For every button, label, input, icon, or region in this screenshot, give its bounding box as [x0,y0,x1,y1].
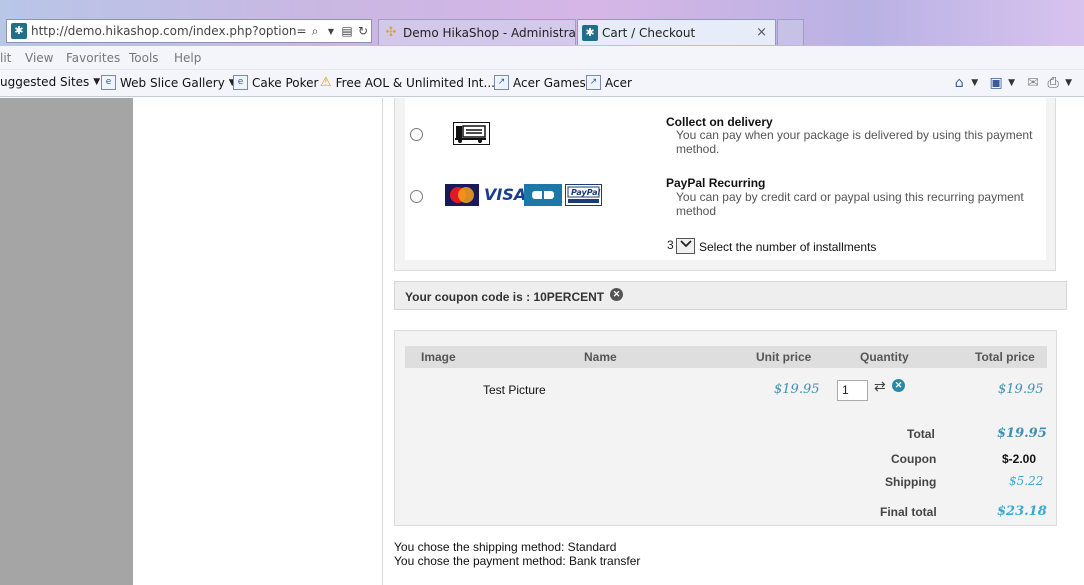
item-total-price: $19.95 [998,382,1044,397]
visa-logo-icon: VISA [484,185,527,204]
fav-label: Acer [605,75,632,90]
total-label: Total [907,427,935,441]
header-total-price: Total price [975,350,1035,364]
search-icon[interactable]: ⌕ [307,24,323,39]
browser-titlebar: ✱ http://demo.hikashop.com/index.php?opt… [0,0,1084,46]
fav-free-aol[interactable]: ⚠ Free AOL & Unlimited Int... [320,75,495,90]
favorites-bar: uggested Sites ▼ e Web Slice Gallery ▼ e… [0,70,1084,97]
page-sidebar-area [133,98,383,585]
fav-label: Web Slice Gallery [120,75,225,90]
cart-table-header: Image Name Unit price Quantity Total pri… [405,346,1047,368]
payment-title: PayPal Recurring [666,176,766,190]
refresh-quantity-icon[interactable]: ⇄ [874,378,886,395]
installments-value: 3 [667,238,674,252]
coupon-discount-value: $-2.00 [1002,452,1037,466]
installments-label: Select the number of installments [699,240,877,254]
fav-label: Acer Games [513,75,586,90]
tab-label: Demo HikaShop - Administrati... [403,25,576,40]
ie-icon: e [233,75,248,90]
fav-acer[interactable]: ↗ Acer [586,75,632,90]
chevron-down-icon[interactable]: ▼ [1008,78,1015,88]
paypal-logo-icon: PayPal [565,184,602,206]
cb-logo-icon [524,184,562,206]
payment-method-summary: You chose the payment method: Bank trans… [394,554,641,568]
header-image: Image [421,350,456,364]
payment-title: Collect on delivery [666,115,773,129]
address-text[interactable]: http://demo.hikashop.com/index.php?optio… [31,24,307,38]
tab-label: Cart / Checkout [602,25,696,40]
command-bar: ⌂ ▼ ▣ ▼ ✉ ⎙ ▼ [951,73,1078,93]
compatibility-icon[interactable]: ▤ [339,24,355,38]
fav-suggested-sites[interactable]: uggested Sites ▼ [0,75,100,89]
tab-cart-checkout[interactable]: ✱ Cart / Checkout × [577,19,776,45]
payment-description: You can pay when your package is deliver… [676,128,1033,156]
svg-text:PayPal: PayPal [571,188,600,197]
final-total-value: $23.18 [997,504,1047,519]
delivery-truck-icon [453,122,490,145]
chevron-down-icon[interactable]: ▼ [971,78,978,88]
coupon-code-text: Your coupon code is : 10PERCENT [405,290,604,304]
fav-cake-poker[interactable]: e Cake Poker [233,75,318,90]
menu-help[interactable]: Help [174,51,201,65]
fav-acer-games[interactable]: ↗ Acer Games [494,75,586,90]
payment-radio-collect-on-delivery[interactable] [410,128,423,141]
fav-label: uggested Sites [0,75,90,89]
dropdown-chevron-icon[interactable]: ▼ [323,27,339,36]
fav-label: Free AOL & Unlimited Int... [335,75,495,90]
header-name: Name [584,350,617,364]
payment-radio-paypal-recurring[interactable] [410,190,423,203]
installments-dropdown[interactable] [676,238,695,254]
fav-label: Cake Poker [252,75,319,90]
page-icon: ↗ [586,75,601,90]
payment-description: You can pay by credit card or paypal usi… [676,190,1024,218]
menu-bar: lit View Favorites Tools Help [0,46,1084,70]
total-value: $19.95 [997,426,1047,441]
shipping-label: Shipping [885,475,937,489]
ie-icon: e [101,75,116,90]
page-left-margin [0,98,133,585]
shipping-value: $5.22 [1009,474,1044,488]
home-icon[interactable]: ⌂ [951,75,967,91]
new-tab-button[interactable] [777,19,804,45]
cart-panel: Image Name Unit price Quantity Total pri… [394,330,1057,526]
menu-favorites[interactable]: Favorites [66,51,120,65]
mastercard-logo-icon [445,184,479,206]
print-icon[interactable]: ⎙ [1045,75,1061,91]
payment-methods-panel: Collect on delivery You can pay when you… [394,98,1056,271]
header-unit-price: Unit price [756,350,812,364]
page-icon: ↗ [494,75,509,90]
shipping-method-summary: You chose the shipping method: Standard [394,540,617,554]
remove-coupon-icon[interactable]: ✕ [610,288,623,301]
coupon-label: Your coupon code is : 10PERCENT [405,290,605,304]
refresh-icon[interactable]: ↻ [355,24,371,38]
header-quantity: Quantity [860,350,909,364]
chevron-down-icon[interactable]: ▼ [1065,78,1072,88]
coupon-panel: Your coupon code is : 10PERCENT ✕ [394,281,1067,310]
menu-tools[interactable]: Tools [129,51,159,65]
coupon-discount-label: Coupon [891,452,937,466]
remove-item-icon[interactable]: ✕ [892,379,905,392]
payment-methods-list: Collect on delivery You can pay when you… [405,98,1046,260]
site-favicon-icon: ✱ [582,24,598,41]
site-favicon-icon: ✱ [11,23,27,39]
close-tab-icon[interactable]: × [756,25,767,40]
menu-edit[interactable]: lit [0,51,11,65]
menu-view[interactable]: View [25,51,53,65]
feeds-icon[interactable]: ▣ [988,75,1004,91]
final-total-label: Final total [880,505,937,519]
mail-icon[interactable]: ✉ [1025,75,1041,91]
address-bar[interactable]: ✱ http://demo.hikashop.com/index.php?opt… [6,19,372,43]
joomla-icon: ✣ [385,24,397,40]
chevron-down-icon: ▼ [93,77,101,87]
quantity-input[interactable]: 1 [837,380,868,401]
warning-icon: ⚠ [320,75,332,90]
tab-admin[interactable]: ✣ Demo HikaShop - Administrati... [378,19,576,45]
item-unit-price: $19.95 [774,382,820,397]
item-name: Test Picture [483,383,546,397]
fav-web-slice-gallery[interactable]: e Web Slice Gallery ▼ [101,75,236,90]
